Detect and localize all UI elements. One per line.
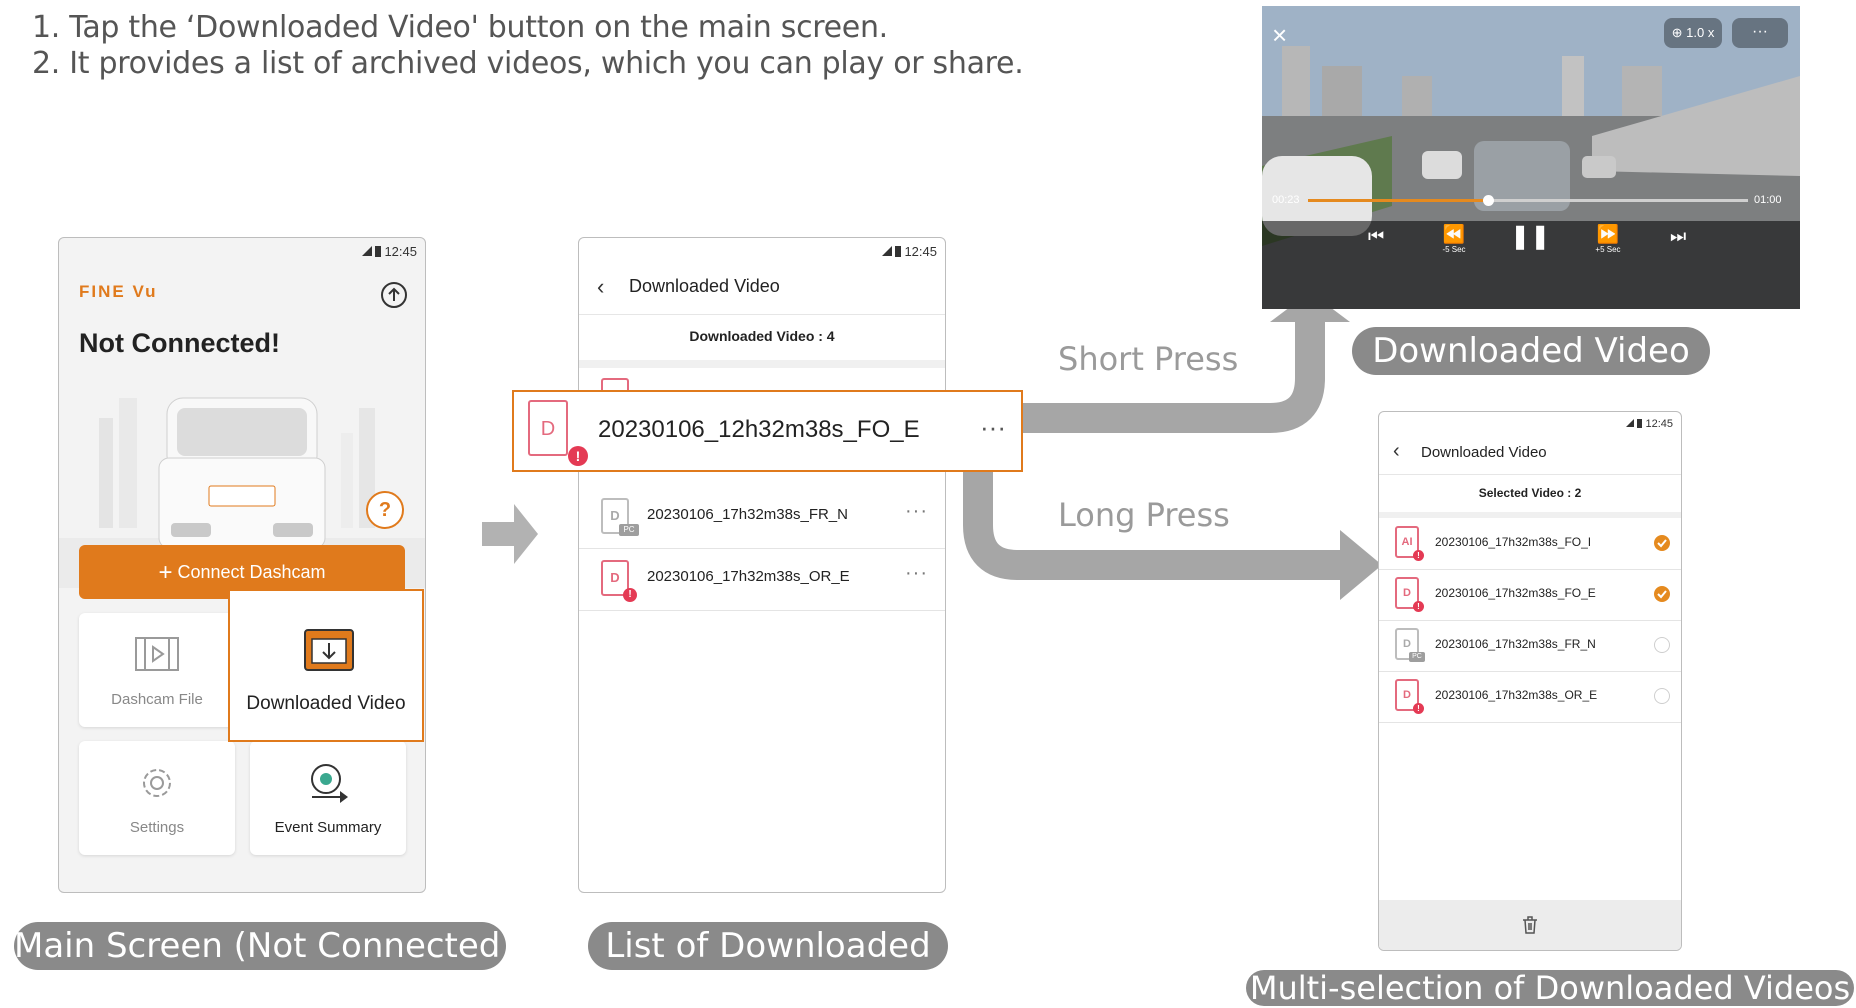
back-icon[interactable]: ‹ <box>597 274 604 300</box>
event-summary-icon <box>311 764 348 803</box>
warning-icon: ! <box>623 588 637 602</box>
status-bar: 12:45 <box>882 244 937 259</box>
long-press-label: Long Press <box>1058 496 1230 534</box>
dashcam-file-tile[interactable]: Dashcam File <box>79 613 235 727</box>
zoom-icon: ⊕ <box>1671 25 1683 40</box>
close-icon[interactable]: × <box>1272 20 1287 51</box>
checkbox-checked[interactable] <box>1654 586 1670 602</box>
multi-select-phone: 12:45 ‹ Downloaded Video Selected Video … <box>1378 411 1682 951</box>
list-item[interactable]: D ! 20230106_17h32m38s_FO_E <box>1379 569 1681 621</box>
file-name: 20230106_17h32m38s_FR_N <box>1435 637 1596 651</box>
help-icon[interactable]: ? <box>366 491 404 529</box>
video-frame <box>1262 6 1800 309</box>
event-summary-label: Event Summary <box>274 819 382 836</box>
downloaded-video-label: Downloaded Video <box>246 693 406 714</box>
next-arrow <box>482 504 538 564</box>
more-icon[interactable]: ··· <box>980 412 1006 443</box>
zoom-button[interactable]: ⊕ 1.0 x <box>1664 18 1722 48</box>
bottom-action-bar <box>1379 900 1681 950</box>
progress-fill <box>1308 199 1489 202</box>
more-icon[interactable]: ··· <box>905 500 928 523</box>
list-item[interactable]: D PC 20230106_17h32m38s_FR_N ··· <box>579 486 945 549</box>
plus-icon: + <box>158 559 173 586</box>
rewind-icon: ⏪ <box>1442 224 1466 244</box>
highlighted-list-item[interactable]: D ! 20230106_12h32m38s_FO_E ··· <box>512 390 1023 472</box>
settings-label: Settings <box>129 819 185 836</box>
list-item[interactable]: D ! 20230106_17h32m38s_OR_E ··· <box>579 548 945 611</box>
status-bar: 12:45 <box>362 244 417 259</box>
warning-icon: ! <box>1413 703 1424 714</box>
film-icon <box>135 637 179 671</box>
file-name: 20230106_17h32m38s_OR_E <box>1435 688 1598 702</box>
screen-title: Downloaded Video <box>629 276 780 296</box>
rewind-button[interactable]: ⏪ -5 Sec <box>1434 224 1474 254</box>
skip-next-icon[interactable]: ⏭ <box>1670 226 1686 247</box>
list-screen-phone: 12:45 ‹ Downloaded Video Downloaded Vide… <box>578 237 946 893</box>
checkbox-unchecked[interactable] <box>1654 637 1670 653</box>
warning-icon: ! <box>1413 601 1424 612</box>
file-name: 20230106_17h32m38s_FO_I <box>1435 535 1592 549</box>
file-name: 20230106_17h32m38s_FO_E <box>1435 586 1596 600</box>
status-bar: 12:45 <box>1626 418 1673 430</box>
video-player: × ⊕ 1.0 x ··· 00:23 01:00 ⏮ ⏪ -5 Sec ❚❚ … <box>1262 6 1800 309</box>
video-count: Downloaded Video : 4 <box>689 328 835 344</box>
progress-bar[interactable] <box>1308 195 1748 206</box>
total-time: 01:00 <box>1754 194 1782 206</box>
file-name: 20230106_17h32m38s_OR_E <box>647 568 850 585</box>
player-caption: Downloaded Video <box>1352 327 1710 375</box>
forward-button[interactable]: ⏩ +5 Sec <box>1588 224 1628 254</box>
long-press-arrowhead <box>1340 530 1382 600</box>
multi-select-caption: Multi-selection of Downloaded Videos <box>1246 970 1854 1006</box>
main-screen-phone: 12:45 FINE Vu Not Connected! ? + Connect… <box>58 237 426 893</box>
pc-badge: PC <box>1409 652 1425 662</box>
list-item[interactable]: AI ! 20230106_17h32m38s_FO_I <box>1379 518 1681 570</box>
checkbox-unchecked[interactable] <box>1654 688 1670 704</box>
warning-icon: ! <box>1413 550 1424 561</box>
list-screen-caption: List of Downloaded <box>588 922 948 970</box>
finevu-logo: FINE Vu <box>79 282 158 301</box>
selected-count: Selected Video : 2 <box>1478 486 1582 500</box>
more-icon[interactable]: ··· <box>905 562 928 585</box>
download-folder-icon <box>304 629 354 671</box>
screen-title: Downloaded Video <box>1421 444 1547 461</box>
list-item[interactable]: D PC 20230106_17h32m38s_FR_N <box>1379 620 1681 672</box>
gear-icon <box>143 769 171 797</box>
file-name: 20230106_12h32m38s_FO_E <box>598 416 920 443</box>
back-icon[interactable]: ‹ <box>1393 440 1400 463</box>
pc-badge: PC <box>619 524 639 536</box>
short-press-label: Short Press <box>1058 340 1239 378</box>
settings-tile[interactable]: Settings <box>79 741 235 855</box>
downloaded-video-tile[interactable]: Downloaded Video <box>228 589 424 742</box>
file-icon: D <box>528 400 568 456</box>
trash-icon[interactable] <box>1520 915 1540 935</box>
fast-forward-icon: ⏩ <box>1596 224 1620 244</box>
main-screen-caption: Main Screen (Not Connected) <box>14 922 514 970</box>
current-time: 00:23 <box>1272 194 1300 206</box>
page-title: Not Connected! <box>79 328 280 358</box>
file-name: 20230106_17h32m38s_FR_N <box>647 506 848 523</box>
warning-icon: ! <box>568 446 588 466</box>
dashcam-file-label: Dashcam File <box>111 691 203 708</box>
list-item[interactable]: D ! 20230106_17h32m38s_OR_E <box>1379 671 1681 723</box>
upload-icon[interactable] <box>381 282 407 308</box>
pause-icon[interactable]: ❚❚ <box>1510 222 1550 251</box>
more-options-button[interactable]: ··· <box>1732 18 1788 48</box>
skip-previous-icon[interactable]: ⏮ <box>1368 226 1384 247</box>
checkbox-checked[interactable] <box>1654 535 1670 551</box>
event-summary-tile[interactable]: Event Summary <box>250 741 406 855</box>
